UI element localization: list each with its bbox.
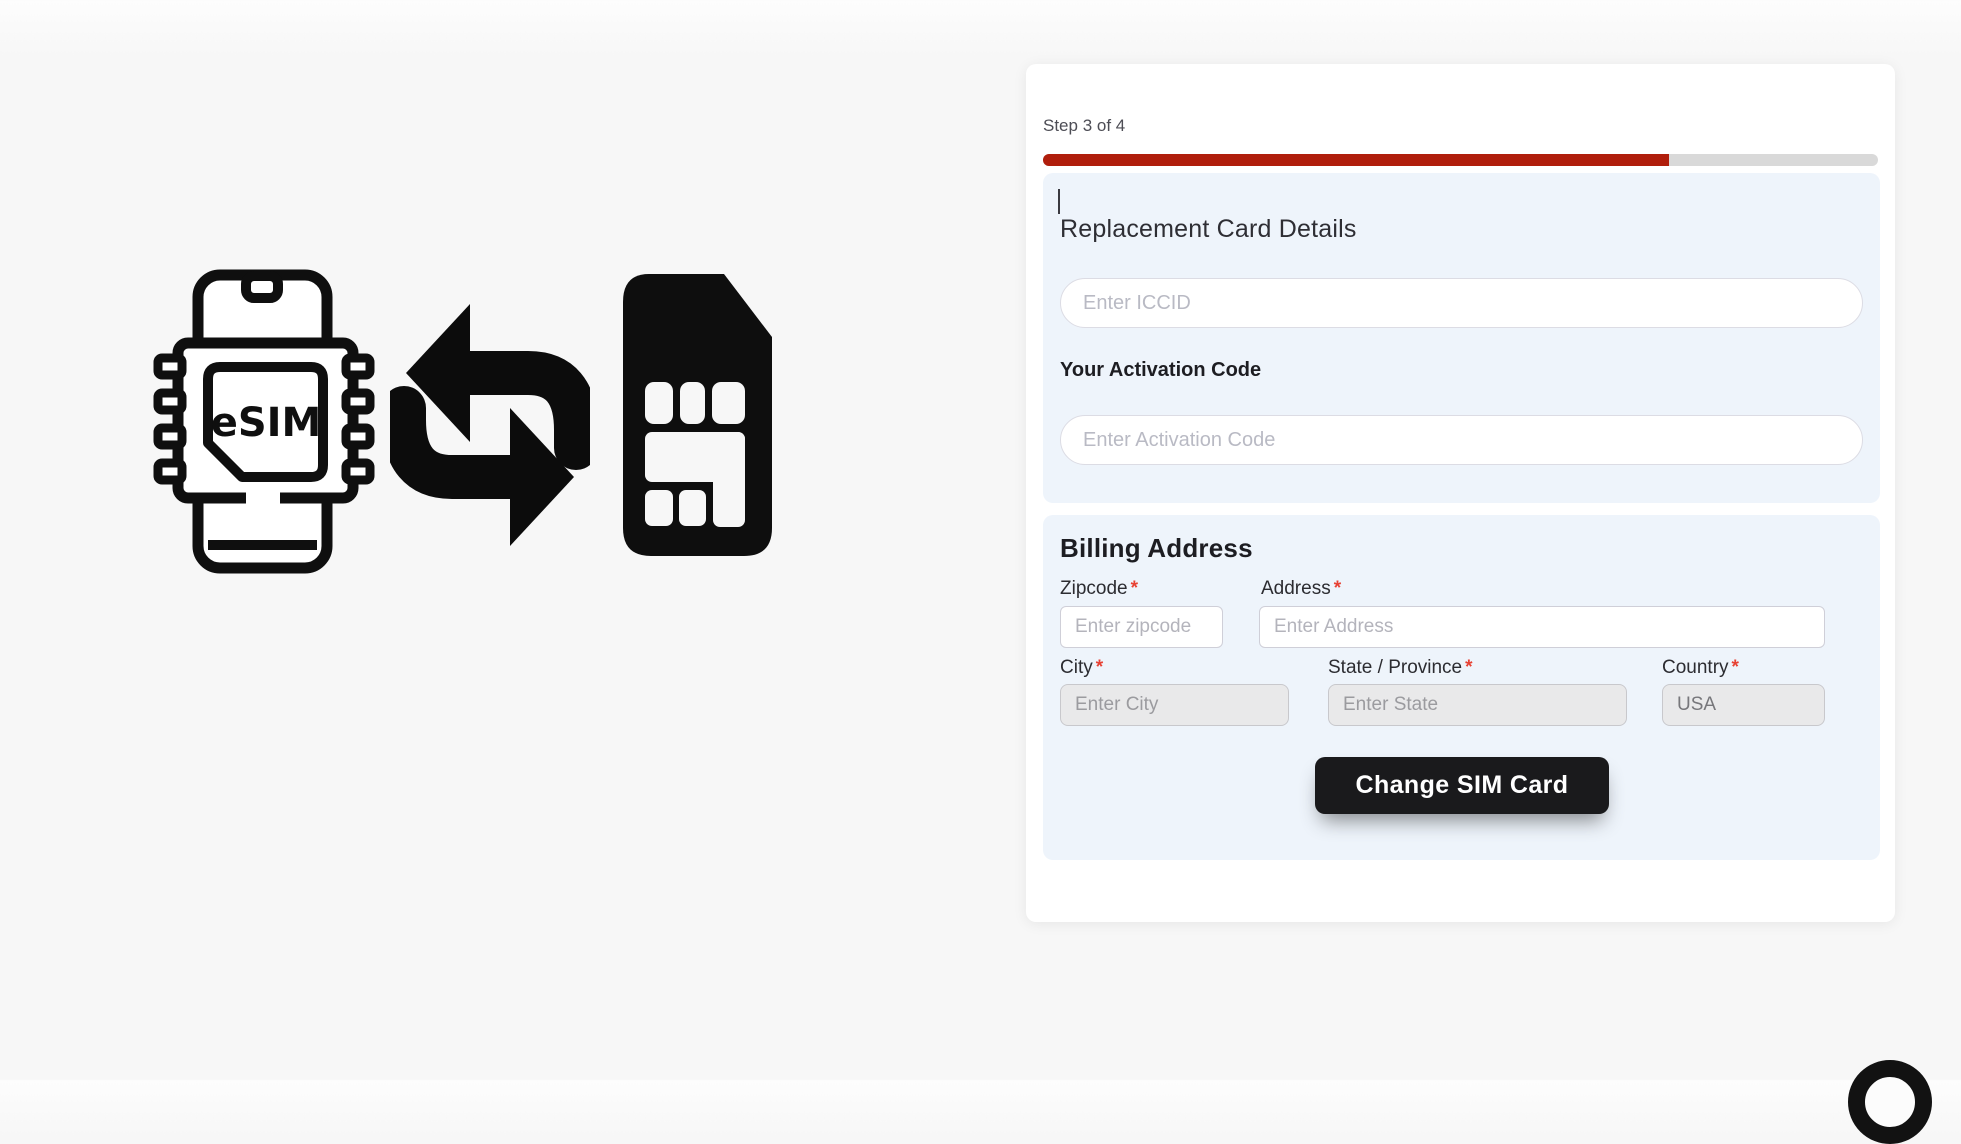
iccid-input[interactable] bbox=[1060, 278, 1863, 328]
address-required-asterisk: * bbox=[1334, 578, 1341, 599]
zipcode-required-asterisk: * bbox=[1131, 578, 1138, 599]
country-input[interactable] bbox=[1662, 684, 1825, 726]
zipcode-input[interactable] bbox=[1060, 606, 1223, 648]
state-label-text: State / Province bbox=[1328, 657, 1462, 678]
address-label-text: Address bbox=[1261, 578, 1331, 599]
change-sim-card-button[interactable]: Change SIM Card bbox=[1315, 757, 1609, 814]
country-label: Country* bbox=[1662, 657, 1739, 679]
text-caret bbox=[1058, 189, 1060, 214]
replacement-details-section: Replacement Card Details Your Activation… bbox=[1043, 173, 1880, 503]
swap-arrows-icon bbox=[390, 290, 590, 560]
country-label-text: Country bbox=[1662, 657, 1729, 678]
activation-code-label: Your Activation Code bbox=[1060, 359, 1261, 382]
sim-card-icon bbox=[605, 260, 785, 570]
billing-address-section: Billing Address Zipcode* Address* City* … bbox=[1043, 515, 1880, 860]
address-label: Address* bbox=[1261, 578, 1341, 600]
circular-widget-icon[interactable] bbox=[1848, 1060, 1932, 1144]
progress-bar bbox=[1043, 154, 1878, 166]
state-label: State / Province* bbox=[1328, 657, 1473, 679]
city-label-text: City bbox=[1060, 657, 1093, 678]
progress-bar-fill bbox=[1043, 154, 1669, 166]
activation-code-input[interactable] bbox=[1060, 415, 1863, 465]
address-input[interactable] bbox=[1259, 606, 1825, 648]
zipcode-label: Zipcode* bbox=[1060, 578, 1138, 600]
replacement-details-title: Replacement Card Details bbox=[1060, 215, 1357, 244]
state-required-asterisk: * bbox=[1465, 657, 1472, 678]
city-required-asterisk: * bbox=[1096, 657, 1103, 678]
billing-address-title: Billing Address bbox=[1060, 533, 1253, 564]
zipcode-label-text: Zipcode bbox=[1060, 578, 1128, 599]
country-required-asterisk: * bbox=[1732, 657, 1739, 678]
state-input[interactable] bbox=[1328, 684, 1627, 726]
city-input[interactable] bbox=[1060, 684, 1289, 726]
city-label: City* bbox=[1060, 657, 1103, 679]
esim-phone-icon: eSIM bbox=[150, 260, 380, 580]
step-indicator: Step 3 of 4 bbox=[1043, 116, 1125, 136]
sim-change-wizard-card: Step 3 of 4 Replacement Card Details You… bbox=[1026, 64, 1895, 922]
esim-chip-label: eSIM bbox=[211, 400, 322, 446]
